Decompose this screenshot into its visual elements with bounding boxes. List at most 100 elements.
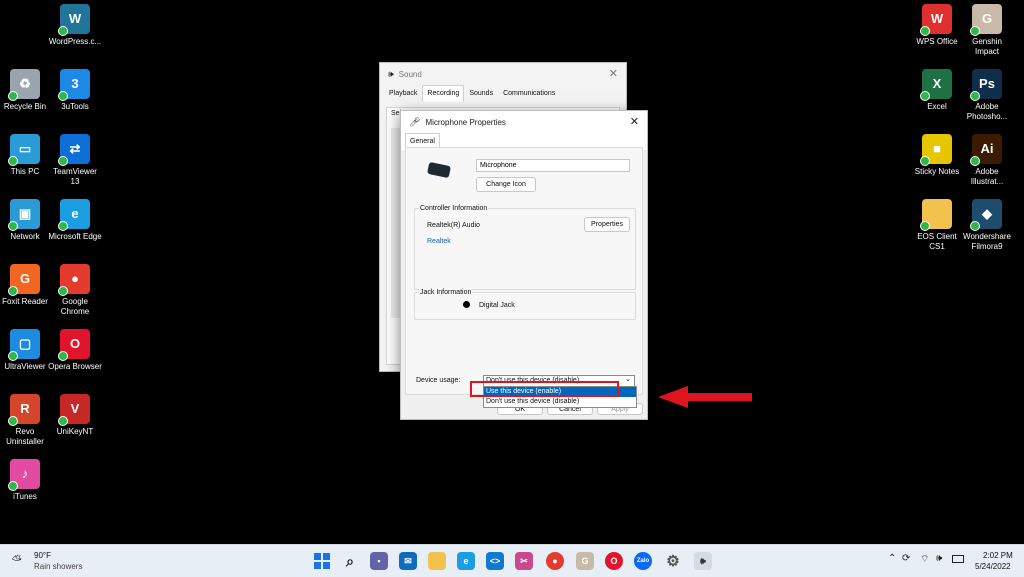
this-pc-icon: ▭ (8, 134, 40, 166)
properties-button[interactable]: Properties (584, 217, 630, 232)
desktop-icon-l9[interactable]: ▢ UltraViewer (0, 329, 52, 372)
desktop-icon-r1[interactable]: G Genshin Impact (960, 4, 1014, 57)
desktop-icon-r0[interactable]: W WPS Office (910, 4, 964, 47)
desktop-icon-l11[interactable]: R Revo Uninstaller (0, 394, 52, 447)
itunes-icon: ♪ (8, 459, 40, 491)
desktop-icon-l13[interactable]: ♪ iTunes (0, 459, 52, 502)
annotation-arrow-icon (658, 386, 752, 408)
folder-icon (920, 199, 952, 231)
option-disable[interactable]: Don't use this device (disable) (484, 397, 636, 407)
tab-sounds[interactable]: Sounds (464, 85, 498, 102)
tab-communications[interactable]: Communications (498, 85, 560, 102)
change-icon-button[interactable]: Change Icon (476, 177, 536, 192)
sync-check-icon (8, 481, 18, 491)
sync-check-icon (58, 351, 68, 361)
desktop-icon-label: Revo Uninstaller (6, 427, 44, 446)
desktop-icon-l12[interactable]: V UniKeyNT (48, 394, 102, 437)
jack-header: Jack Information (419, 289, 473, 296)
microphone-device-icon (426, 161, 452, 179)
zalo-icon[interactable]: Zalo (634, 552, 652, 570)
volume-icon[interactable]: 🕪 (936, 553, 942, 564)
taskbar: ⛅︎ 90°F Rain showers ⌕ ▪ ✉ e <> ✂ ● G O … (0, 544, 1024, 577)
microphone-icon: 🎤︎ (409, 116, 421, 127)
desktop-icon-l8[interactable]: ● Google Chrome (48, 264, 102, 317)
desktop-icon-l10[interactable]: O Opera Browser (48, 329, 102, 372)
opera-icon[interactable]: O (605, 552, 623, 570)
chevron-up-icon[interactable]: ⌃ (888, 553, 896, 564)
desktop-icon-label: This PC (10, 167, 40, 176)
sync-icon[interactable]: ⟳ (902, 553, 910, 564)
microphone-properties-dialog[interactable]: 🎤︎ Microphone Properties ✕ General Chang… (400, 110, 648, 420)
realtek-link[interactable]: Realtek (427, 238, 451, 245)
desktop-icon-label: WPS Office (916, 37, 958, 46)
device-name-field[interactable] (476, 159, 630, 172)
speaker-icon: 🕪 (388, 68, 394, 79)
jack-name: Digital Jack (479, 302, 515, 309)
ultraviewer-icon: ▢ (8, 329, 40, 361)
chrome-icon[interactable]: ● (546, 552, 564, 570)
desktop-icon-l2[interactable]: 3 3uTools (48, 69, 102, 112)
desktop-icon-l6[interactable]: e Microsoft Edge (48, 199, 102, 242)
desktop-icon-label: UniKeyNT (56, 427, 94, 436)
search-icon[interactable]: ⌕ (341, 552, 359, 570)
tab-recording[interactable]: Recording (422, 85, 465, 102)
network-icon: ▣ (8, 199, 40, 231)
start-icon[interactable] (313, 552, 331, 570)
revo-icon: R (8, 394, 40, 426)
desktop-icon-r3[interactable]: Ps Adobe Photosho... (960, 69, 1014, 122)
chrome-icon: ● (58, 264, 90, 296)
temperature[interactable]: 90°F (34, 551, 51, 560)
sound-settings-icon[interactable]: 🕪 (694, 552, 712, 570)
wifi-icon[interactable]: ⌔ (920, 553, 929, 566)
close-icon[interactable]: ✕ (630, 115, 639, 128)
sync-check-icon (58, 91, 68, 101)
3utools-icon: 3 (58, 69, 90, 101)
desktop-icon-l3[interactable]: ▭ This PC (0, 134, 52, 177)
teamviewer-icon: ⇄ (58, 134, 90, 166)
sync-check-icon (58, 26, 68, 36)
desktop-icon-label: 3uTools (61, 102, 89, 111)
foxit-icon: G (8, 264, 40, 296)
battery-icon[interactable] (952, 555, 964, 563)
controller-header: Controller Information (419, 205, 489, 212)
genshin-icon[interactable]: G (576, 552, 594, 570)
desktop-icon-label: WordPress.c... (48, 37, 102, 46)
weather-text[interactable]: Rain showers (34, 562, 82, 571)
file-explorer-icon[interactable] (428, 552, 446, 570)
chat-icon[interactable]: ▪ (370, 552, 388, 570)
desktop-icon-label: Sticky Notes (914, 167, 960, 176)
edge-icon: e (58, 199, 90, 231)
close-icon[interactable]: ✕ (609, 67, 618, 80)
desktop-icon-r7[interactable]: ◆ Wondershare Filmora9 (960, 199, 1014, 252)
vscode-icon[interactable]: <> (486, 552, 504, 570)
desktop-icon-l1[interactable]: ♻ Recycle Bin (0, 69, 52, 112)
tab-playback[interactable]: Playback (384, 85, 422, 102)
illustrator-icon: Ai (970, 134, 1002, 166)
clock-date[interactable]: 5/24/2022 (975, 562, 1011, 571)
desktop-icon-r4[interactable]: ■ Sticky Notes (910, 134, 964, 177)
jack-information-group: Jack Information Digital Jack (414, 289, 636, 320)
desktop-icon-l7[interactable]: G Foxit Reader (0, 264, 52, 307)
clock-time[interactable]: 2:02 PM (983, 551, 1013, 560)
sync-check-icon (58, 156, 68, 166)
edge-icon[interactable]: e (457, 552, 475, 570)
desktop-icon-r5[interactable]: Ai Adobe Illustrat... (960, 134, 1014, 187)
sync-check-icon (970, 26, 980, 36)
desktop-icon-r6[interactable]: EOS Client CS1 (910, 199, 964, 252)
desktop-icon-l5[interactable]: ▣ Network (0, 199, 52, 242)
sync-check-icon (920, 91, 930, 101)
desktop-icon-label: Microsoft Edge (48, 232, 102, 241)
settings-gear-icon[interactable]: ⚙ (664, 552, 682, 570)
desktop-icon-label: Foxit Reader (2, 297, 48, 306)
snipping-tool-icon[interactable]: ✂ (515, 552, 533, 570)
desktop-icon-l0[interactable]: W WordPress.c... (48, 4, 102, 47)
desktop-icon-l4[interactable]: ⇄ TeamViewer 13 (48, 134, 102, 187)
sync-check-icon (8, 286, 18, 296)
desktop-icon-label: TeamViewer 13 (53, 167, 97, 186)
desktop-icon-r2[interactable]: X Excel (910, 69, 964, 112)
sync-check-icon (58, 416, 68, 426)
general-panel: Change Icon Controller Information Realt… (405, 147, 643, 395)
excel-icon: X (920, 69, 952, 101)
sync-check-icon (970, 221, 980, 231)
mail-icon[interactable]: ✉ (399, 552, 417, 570)
